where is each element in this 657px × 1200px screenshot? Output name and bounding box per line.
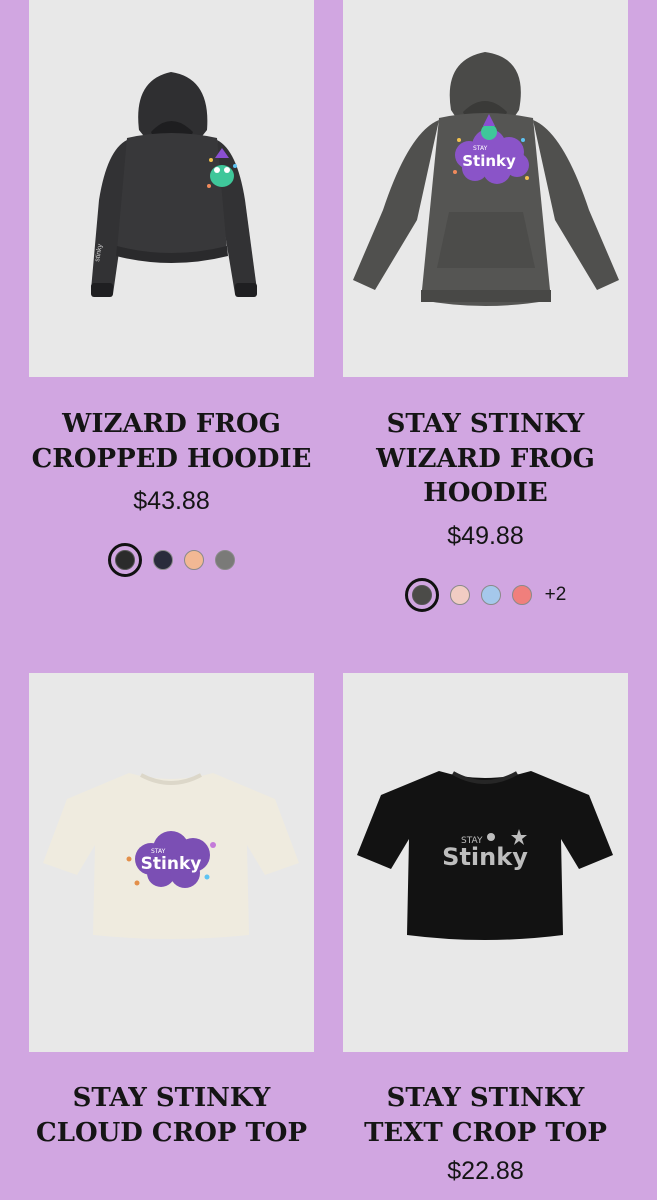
product-price: $49.88 xyxy=(447,521,524,550)
cloud-crop-top-image: Stinky STAY xyxy=(43,773,299,939)
svg-text:STAY: STAY xyxy=(151,848,166,855)
product-title[interactable]: Stay Stinky Wizard Frog Hoodie xyxy=(343,407,628,511)
product-price: $22.88 xyxy=(447,1157,524,1185)
product-image[interactable]: stinky xyxy=(29,0,314,377)
svg-text:Stinky: Stinky xyxy=(442,843,528,871)
product-title[interactable]: Stay Stinky Text Crop Top xyxy=(343,1081,628,1150)
more-colors-count[interactable]: +2 xyxy=(545,584,567,606)
product-title[interactable]: Stay Stinky Cloud Crop Top xyxy=(29,1081,314,1150)
cropped-hoodie-image: stinky xyxy=(91,72,257,297)
color-swatch-selected[interactable] xyxy=(108,543,142,577)
color-swatch-selected[interactable] xyxy=(404,577,439,612)
color-swatches xyxy=(29,543,314,577)
color-swatch[interactable] xyxy=(215,550,235,570)
text-crop-top-image: STAY Stinky xyxy=(357,771,613,940)
color-swatch[interactable] xyxy=(184,550,204,570)
product-card-stay-stinky-cloud-crop-top[interactable]: Stinky STAY Stay Stinky Cloud Crop Top xyxy=(29,673,314,1150)
svg-text:STAY: STAY xyxy=(473,145,488,152)
color-swatch[interactable] xyxy=(511,584,532,605)
hoodie-image: Stinky STAY xyxy=(353,52,619,306)
product-image[interactable]: Stinky STAY xyxy=(343,0,628,377)
color-swatch[interactable] xyxy=(153,550,173,570)
product-image[interactable]: Stinky STAY xyxy=(29,673,314,1052)
color-swatch[interactable] xyxy=(480,584,501,605)
product-title[interactable]: Wizard Frog Cropped Hoodie xyxy=(29,407,314,476)
color-swatches: +2 xyxy=(343,577,628,612)
product-price: $43.88 xyxy=(133,487,210,515)
color-swatch[interactable] xyxy=(449,584,470,605)
product-card-stay-stinky-wizard-frog-hoodie[interactable]: Stinky STAY Stay Stinky Wizard Frog Hood… xyxy=(343,0,628,612)
svg-text:Stinky: Stinky xyxy=(462,152,516,170)
svg-text:Stinky: Stinky xyxy=(141,854,202,874)
product-image[interactable]: STAY Stinky xyxy=(343,673,628,1052)
product-card-wizard-frog-cropped-hoodie[interactable]: stinky Wizard Frog Cropped Hoodie $43.88 xyxy=(29,0,314,577)
product-card-stay-stinky-text-crop-top[interactable]: STAY Stinky Stay Stinky Text Crop Top $2… xyxy=(343,673,628,1186)
